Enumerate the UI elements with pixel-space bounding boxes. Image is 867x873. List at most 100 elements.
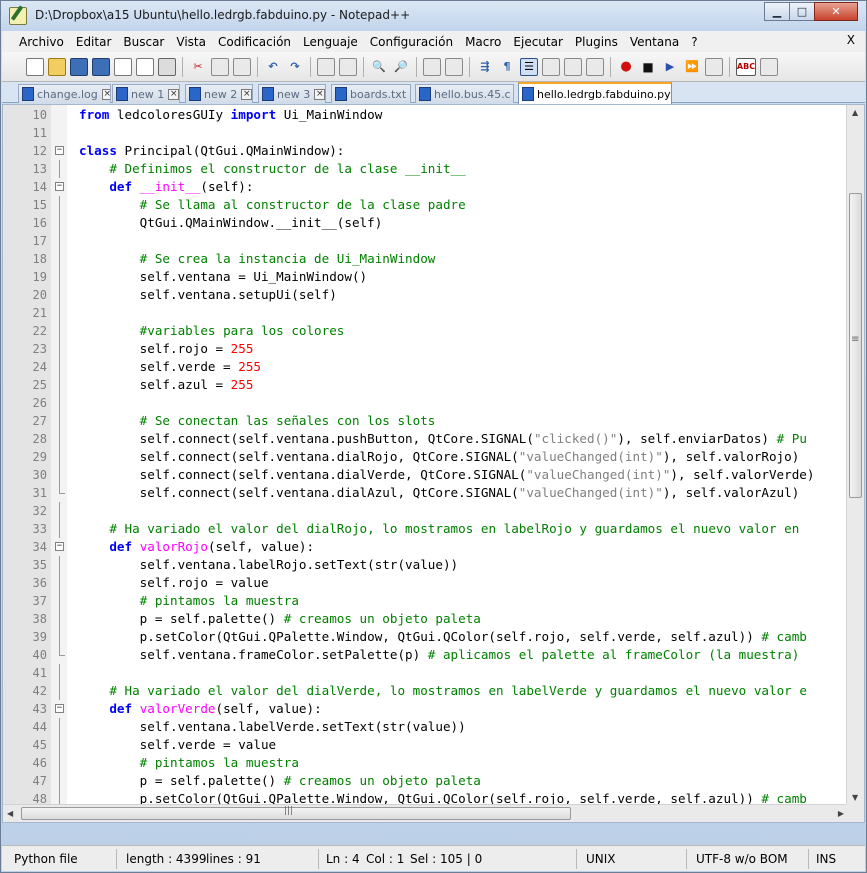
code-line[interactable]: 20 self.ventana.setupUi(self) bbox=[3, 286, 843, 304]
menu-item-codificación[interactable]: Codificación bbox=[212, 32, 297, 52]
code-line[interactable]: 46 # pintamos la muestra bbox=[3, 754, 843, 772]
open-folder-icon[interactable] bbox=[48, 57, 66, 76]
fold-toggle-icon[interactable]: − bbox=[55, 542, 64, 551]
code-line[interactable]: 19 self.ventana = Ui_MainWindow() bbox=[3, 268, 843, 286]
tab-new-2[interactable]: new 2 × bbox=[185, 84, 253, 103]
maximize-button[interactable]: □ bbox=[789, 2, 815, 21]
code-line[interactable]: 23 self.rojo = 255 bbox=[3, 340, 843, 358]
horizontal-scrollbar[interactable]: ◀ ▶ bbox=[3, 804, 848, 822]
code-line[interactable]: 37 # pintamos la muestra bbox=[3, 592, 843, 610]
menu-item-ejecutar[interactable]: Ejecutar bbox=[507, 32, 569, 52]
sync-vertical-icon[interactable] bbox=[423, 57, 441, 76]
code-line[interactable]: 39 p.setColor(QtGui.QPalette.Window, QtG… bbox=[3, 628, 843, 646]
menu-item-plugins[interactable]: Plugins bbox=[569, 32, 624, 52]
user-defined-language-icon[interactable] bbox=[542, 57, 560, 76]
spell-check-options-icon[interactable] bbox=[760, 57, 778, 76]
redo-icon[interactable]: ↷ bbox=[286, 58, 304, 76]
replace-icon[interactable] bbox=[339, 57, 357, 76]
word-wrap-icon[interactable]: ⇶ bbox=[476, 58, 494, 76]
fold-toggle-icon[interactable]: − bbox=[55, 704, 64, 713]
code-line[interactable]: 26 bbox=[3, 394, 843, 412]
code-line[interactable]: 29 self.connect(self.ventana.dialRojo, Q… bbox=[3, 448, 843, 466]
code-line[interactable]: 15 # Se llama al constructor de la clase… bbox=[3, 196, 843, 214]
tab-close-icon[interactable]: × bbox=[410, 89, 411, 100]
code-line[interactable]: 42 # Ha variado el valor del dialVerde, … bbox=[3, 682, 843, 700]
title-bar[interactable]: D:\Dropbox\a15 Ubuntu\hello.ledrgb.fabdu… bbox=[1, 1, 866, 31]
menu-item-macro[interactable]: Macro bbox=[459, 32, 507, 52]
run-macro-multiple-icon[interactable]: ⏩ bbox=[683, 58, 701, 76]
scroll-down-arrow-icon[interactable]: ▼ bbox=[852, 793, 858, 802]
stop-recording-icon[interactable]: ■ bbox=[639, 58, 657, 76]
paste-icon[interactable] bbox=[233, 57, 251, 76]
code-line[interactable]: 13 # Definimos el constructor de la clas… bbox=[3, 160, 843, 178]
code-line[interactable]: 16 QtGui.QMainWindow.__init__(self) bbox=[3, 214, 843, 232]
save-icon[interactable] bbox=[70, 57, 88, 76]
code-line[interactable]: 35 self.ventana.labelRojo.setText(str(va… bbox=[3, 556, 843, 574]
code-line[interactable]: 18 # Se crea la instancia de Ui_MainWind… bbox=[3, 250, 843, 268]
close-all-icon[interactable] bbox=[136, 57, 154, 76]
save-macro-icon[interactable] bbox=[705, 57, 723, 76]
code-line[interactable]: 10 from ledcoloresGUIy import Ui_MainWind… bbox=[3, 106, 843, 124]
playback-macro-icon[interactable]: ▶ bbox=[661, 58, 679, 76]
close-button[interactable]: ✕ bbox=[814, 2, 858, 21]
code-line[interactable]: 41 bbox=[3, 664, 843, 682]
minimize-button[interactable]: ▁ bbox=[764, 2, 790, 21]
code-line[interactable]: 31 self.connect(self.ventana.dialAzul, Q… bbox=[3, 484, 843, 502]
editor-pane[interactable]: 10 from ledcoloresGUIy import Ui_MainWind… bbox=[2, 104, 865, 823]
menu-item-lenguaje[interactable]: Lenguaje bbox=[297, 32, 364, 52]
code-line[interactable]: 17 bbox=[3, 232, 843, 250]
code-line[interactable]: 14− def __init__(self): bbox=[3, 178, 843, 196]
function-list-icon[interactable] bbox=[586, 57, 604, 76]
zoom-out-icon[interactable]: 🔎 bbox=[392, 58, 410, 76]
sync-horizontal-icon[interactable] bbox=[445, 57, 463, 76]
scroll-right-arrow-icon[interactable]: ▶ bbox=[838, 809, 844, 818]
code-line[interactable]: 38 p = self.palette() # creamos un objet… bbox=[3, 610, 843, 628]
code-line[interactable]: 44 self.ventana.labelVerde.setText(str(v… bbox=[3, 718, 843, 736]
close-document-x[interactable]: X bbox=[847, 33, 855, 47]
code-line[interactable]: 34− def valorRojo(self, value): bbox=[3, 538, 843, 556]
code-line[interactable]: 36 self.rojo = value bbox=[3, 574, 843, 592]
code-area[interactable]: 10 from ledcoloresGUIy import Ui_MainWind… bbox=[3, 106, 843, 822]
code-line[interactable]: 25 self.azul = 255 bbox=[3, 376, 843, 394]
scroll-left-arrow-icon[interactable]: ◀ bbox=[7, 809, 13, 818]
code-line[interactable]: 12− class Principal(QtGui.QMainWindow): bbox=[3, 142, 843, 160]
code-line[interactable]: 24 self.verde = 255 bbox=[3, 358, 843, 376]
code-line[interactable]: 47 p = self.palette() # creamos un objet… bbox=[3, 772, 843, 790]
menu-item-editar[interactable]: Editar bbox=[70, 32, 118, 52]
code-line[interactable]: 45 self.verde = value bbox=[3, 736, 843, 754]
document-map-icon[interactable] bbox=[564, 57, 582, 76]
tab-hello-bus-45-c[interactable]: hello.bus.45.c× bbox=[415, 84, 514, 103]
indent-guide-icon[interactable]: ☰ bbox=[520, 57, 538, 76]
menu-item-archivo[interactable]: Archivo bbox=[2, 32, 70, 52]
tab-new-3[interactable]: new 3 × bbox=[258, 84, 326, 103]
cut-icon[interactable]: ✂ bbox=[189, 58, 207, 76]
menu-item-ventana[interactable]: Ventana bbox=[624, 32, 685, 52]
tab-new-1[interactable]: new 1 × bbox=[112, 84, 180, 103]
horizontal-scroll-thumb[interactable] bbox=[21, 806, 571, 820]
fold-toggle-icon[interactable]: − bbox=[55, 146, 64, 155]
fold-toggle-icon[interactable]: − bbox=[55, 182, 64, 191]
code-line[interactable]: 43− def valorVerde(self, value): bbox=[3, 700, 843, 718]
code-line[interactable]: 11 bbox=[3, 124, 843, 142]
code-line[interactable]: 40 self.ventana.frameColor.setPalette(p)… bbox=[3, 646, 843, 664]
tab-close-icon[interactable]: × bbox=[168, 88, 179, 100]
code-line[interactable]: 21 bbox=[3, 304, 843, 322]
menu-item-vista[interactable]: Vista bbox=[170, 32, 212, 52]
print-icon[interactable] bbox=[158, 57, 176, 76]
undo-icon[interactable]: ↶ bbox=[264, 58, 282, 76]
code-line[interactable]: 33 # Ha variado el valor del dialRojo, l… bbox=[3, 520, 843, 538]
close-file-icon[interactable] bbox=[114, 57, 132, 76]
save-all-icon[interactable] bbox=[92, 57, 110, 76]
zoom-in-icon[interactable]: 🔍 bbox=[370, 58, 388, 76]
code-line[interactable]: 22 #variables para los colores bbox=[3, 322, 843, 340]
tab-close-icon[interactable]: × bbox=[241, 88, 252, 100]
tab-hello-ledrgb-fabduino-py[interactable]: hello.ledrgb.fabduino.py× bbox=[518, 82, 672, 104]
scroll-up-arrow-icon[interactable]: ▲ bbox=[852, 108, 858, 117]
tab-close-icon[interactable]: × bbox=[314, 88, 325, 100]
menu-item-buscar[interactable]: Buscar bbox=[117, 32, 170, 52]
spell-check-icon[interactable]: ABC bbox=[736, 57, 756, 76]
find-icon[interactable] bbox=[317, 57, 335, 76]
tab-boards-txt[interactable]: boards.txt× bbox=[331, 84, 411, 103]
show-all-characters-icon[interactable]: ¶ bbox=[498, 58, 516, 76]
new-file-icon[interactable] bbox=[26, 57, 44, 76]
